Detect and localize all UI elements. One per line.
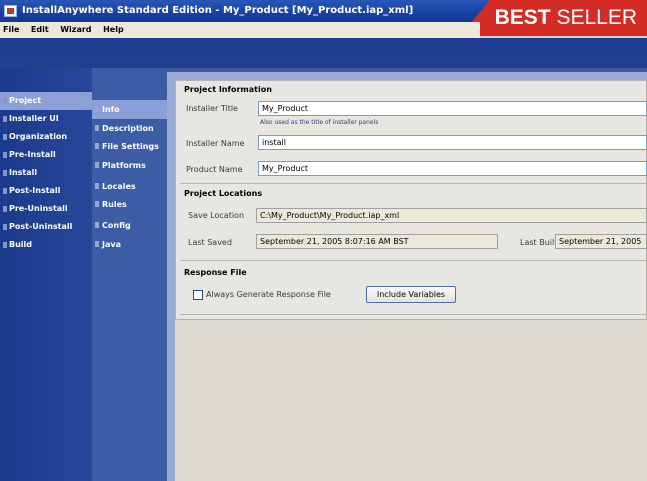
installer-name-field[interactable]: install [258, 135, 647, 150]
sub-item-label: File Settings [102, 142, 159, 151]
nav-item-build[interactable]: Build [0, 236, 92, 254]
sub-item-config[interactable]: Config [92, 216, 167, 235]
response-file-heading: Response File [184, 268, 247, 277]
nav-item-organization[interactable]: Organization [0, 128, 92, 146]
sub-bullet-icon [95, 106, 99, 112]
sub-item-rules[interactable]: Rules [92, 195, 167, 214]
installer-name-label: Installer Name [186, 139, 245, 148]
menu-help[interactable]: Help [103, 25, 124, 34]
app-icon [4, 5, 17, 17]
project-information-heading: Project Information [184, 85, 272, 94]
sub-item-label: Locales [102, 182, 136, 191]
sub-item-description[interactable]: Description [92, 119, 167, 138]
nav-item-label: Organization [9, 132, 68, 141]
sub-item-info[interactable]: Info [92, 100, 167, 119]
menu-bar: File Edit Wizard Help [0, 22, 480, 38]
save-location-field: C:\My_Product\My_Product.iap_xml [256, 208, 647, 223]
content-panel [175, 80, 647, 320]
sub-item-label: Java [102, 240, 121, 249]
nav-item-install[interactable]: Install [0, 164, 92, 182]
nav-bullet-icon [3, 116, 7, 122]
nav-item-label: Install [9, 168, 38, 177]
nav-bullet-icon [3, 134, 7, 140]
sub-bullet-icon [95, 162, 99, 168]
menu-edit[interactable]: Edit [31, 25, 49, 34]
section-divider [180, 260, 647, 261]
sub-item-label: Config [102, 221, 131, 230]
product-name-label: Product Name [186, 165, 243, 174]
nav-bullet-icon [3, 242, 7, 248]
nav-item-post-install[interactable]: Post-Install [0, 182, 92, 200]
installer-title-field[interactable]: My_Product [258, 101, 647, 116]
nav-item-installer-ui[interactable]: Installer UI [0, 110, 92, 128]
sub-item-locales[interactable]: Locales [92, 177, 167, 196]
banner-text: SELLER [550, 6, 637, 29]
installer-title-hint: Also used as the title of installer pane… [260, 119, 379, 126]
sub-item-file-settings[interactable]: File Settings [92, 137, 167, 156]
nav-bullet-icon [3, 206, 7, 212]
best-seller-banner: BEST SELLER [460, 0, 647, 36]
last-saved-label: Last Saved [188, 238, 232, 247]
nav-item-label: Project [9, 96, 42, 105]
save-location-label: Save Location [188, 211, 245, 220]
project-locations-heading: Project Locations [184, 189, 263, 198]
sub-bullet-icon [95, 201, 99, 207]
sub-item-label: Rules [102, 200, 127, 209]
section-divider [180, 314, 647, 315]
content-lower-panel [175, 320, 647, 481]
nav-item-label: Post-Uninstall [9, 222, 73, 231]
nav-item-label: Pre-Install [9, 150, 56, 159]
last-built-field: September 21, 2005 [555, 234, 647, 249]
nav-item-label: Build [9, 240, 33, 249]
nav-item-label: Installer UI [9, 114, 59, 123]
product-name-field[interactable]: My_Product [258, 161, 647, 176]
always-generate-checkbox[interactable] [193, 290, 203, 300]
always-generate-label: Always Generate Response File [206, 290, 331, 299]
nav-item-label: Pre-Uninstall [9, 204, 68, 213]
banner-bold-text: BEST [494, 6, 551, 29]
window-title: InstallAnywhere Standard Edition - My_Pr… [22, 5, 414, 16]
nav-item-pre-uninstall[interactable]: Pre-Uninstall [0, 200, 92, 218]
sub-bullet-icon [95, 241, 99, 247]
nav-bullet-icon [3, 98, 7, 104]
nav-bullet-icon [3, 152, 7, 158]
sub-item-label: Description [102, 124, 154, 133]
nav-item-label: Post-Install [9, 186, 61, 195]
section-divider [180, 183, 647, 184]
header-strip [0, 38, 647, 68]
nav-item-post-uninstall[interactable]: Post-Uninstall [0, 218, 92, 236]
menu-wizard[interactable]: Wizard [60, 25, 91, 34]
last-saved-field: September 21, 2005 8:07:16 AM BST [256, 234, 498, 249]
last-built-label: Last Built [520, 238, 558, 247]
nav-bullet-icon [3, 170, 7, 176]
sub-bullet-icon [95, 222, 99, 228]
sub-item-platforms[interactable]: Platforms [92, 156, 167, 175]
nav-bullet-icon [3, 224, 7, 230]
sub-bullet-icon [95, 143, 99, 149]
installer-title-label: Installer Title [186, 104, 238, 113]
menu-file[interactable]: File [3, 25, 19, 34]
sub-bullet-icon [95, 125, 99, 131]
nav-item-project[interactable]: Project [0, 92, 92, 110]
sub-item-label: Info [102, 105, 120, 114]
sub-bullet-icon [95, 183, 99, 189]
include-variables-button[interactable]: Include Variables [366, 286, 456, 303]
nav-item-pre-install[interactable]: Pre-Install [0, 146, 92, 164]
sub-item-label: Platforms [102, 161, 146, 170]
nav-bullet-icon [3, 188, 7, 194]
sub-item-java[interactable]: Java [92, 235, 167, 254]
